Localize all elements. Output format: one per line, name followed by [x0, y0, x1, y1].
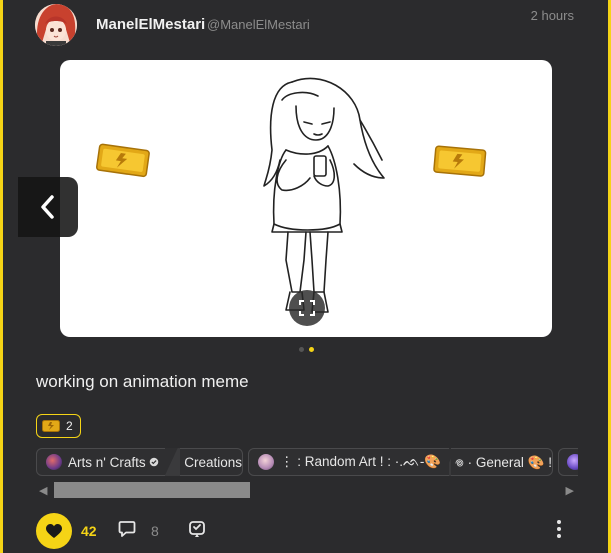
community-chip-random-art[interactable]: ⋮ : Random Art ! : ·.ᨒ-🎨 𖦹 · General 🎨 !: [248, 448, 553, 476]
chevron-left-icon: [41, 195, 54, 219]
golden-ticket-left: [96, 143, 150, 178]
chip-divider: [164, 448, 181, 476]
random-art-avatar-icon: [258, 454, 274, 470]
chip-divider: [449, 448, 451, 476]
scroll-left-arrow-icon[interactable]: ◀: [39, 484, 47, 497]
dot-icon: [557, 527, 561, 531]
comment-count: 8: [151, 523, 159, 539]
post-timestamp: 2 hours: [530, 8, 574, 23]
community-channel: 𖦹 · General 🎨 !: [454, 455, 552, 470]
award-count: 2: [66, 419, 73, 433]
community-name: Arts n' Crafts: [68, 454, 146, 470]
golden-ticket-icon: [42, 420, 60, 432]
art-palette-avatar-icon: [46, 454, 62, 470]
give-award-button[interactable]: [188, 520, 206, 538]
community-tags: Arts n' Crafts Creations ⋮ : Random Art …: [36, 448, 578, 476]
community-avatar-icon: [567, 454, 578, 470]
community-channel: Creations: [184, 454, 242, 470]
comment-bubble-icon: [118, 521, 136, 537]
username[interactable]: ManelElMestari: [96, 16, 205, 33]
scroll-thumb[interactable]: [54, 482, 250, 498]
award-badge[interactable]: 2: [36, 414, 81, 438]
fullscreen-button[interactable]: [289, 290, 325, 326]
expand-icon: [299, 300, 315, 316]
more-options-button[interactable]: [553, 518, 565, 540]
community-chip-arts-n-crafts[interactable]: Arts n' Crafts Creations: [36, 448, 243, 476]
tags-scrollbar[interactable]: ◀ ▶: [36, 482, 578, 498]
comment-button[interactable]: [118, 520, 136, 538]
verified-badge-icon: [149, 457, 158, 467]
heart-icon: [46, 523, 62, 538]
golden-ticket-right: [433, 145, 487, 177]
like-count: 42: [81, 523, 97, 539]
user-handle[interactable]: @ManelElMestari: [207, 17, 310, 32]
user-avatar[interactable]: [35, 4, 77, 46]
post-card: ManelElMestari @ManelElMestari 2 hours w…: [0, 0, 611, 553]
carousel-indicator: [299, 347, 314, 352]
dot-icon: [557, 534, 561, 538]
carousel-prev-button[interactable]: [18, 177, 78, 237]
carousel-dot-1[interactable]: [299, 347, 304, 352]
like-button[interactable]: [36, 513, 72, 549]
dot-icon: [557, 520, 561, 524]
award-icon: [189, 521, 205, 537]
community-chip-more[interactable]: [558, 448, 578, 476]
community-name: ⋮ : Random Art ! : ·.ᨒ-🎨: [280, 454, 442, 469]
scroll-right-arrow-icon[interactable]: ▶: [566, 484, 574, 497]
post-caption: working on animation meme: [36, 372, 249, 391]
carousel-dot-2[interactable]: [309, 347, 314, 352]
